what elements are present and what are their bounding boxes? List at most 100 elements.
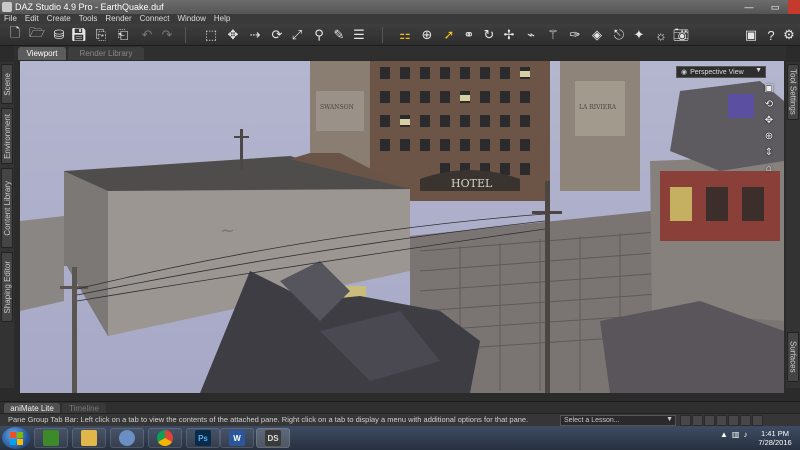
start-button[interactable] [2,427,30,449]
tab-viewport[interactable]: Viewport [18,47,66,60]
taskbar-app-chrome[interactable] [148,428,182,448]
tab-render-library[interactable]: Render Library [68,47,144,60]
minimize-button[interactable]: — [736,0,762,14]
menu-help[interactable]: Help [210,14,234,24]
tool-settings-icon[interactable]: ⚏ [396,26,414,44]
translate-view-icon[interactable]: ✢ [500,26,518,44]
settings-icon[interactable]: ⚙ [780,26,798,44]
tab-shaping-editor[interactable]: Shaping Editor [1,252,13,322]
save-icon[interactable]: 💾︎ [70,26,88,44]
daz-store-icon[interactable]: ▣ [742,26,760,44]
figure-setup-icon[interactable]: ⚚ [544,26,562,44]
lesson-prev-button[interactable] [692,415,703,426]
clock[interactable]: 1:41 PM 7/28/2016 [754,429,796,447]
active-pose-icon[interactable]: ⚭ [460,26,478,44]
maximize-button[interactable]: ▭ [762,0,788,14]
close-button[interactable]: ✕ [788,0,800,14]
tab-scene[interactable]: Scene [1,64,13,104]
render-icon[interactable]: 📷︎ [672,26,690,44]
zoom-icon[interactable]: ⊕ [762,129,776,143]
view-selector[interactable]: ◉ Perspective View ▼ [676,66,766,78]
light-icon[interactable]: ✦ [630,26,648,44]
taskbar-app-daz-studio[interactable]: DS [256,428,290,448]
lesson-first-button[interactable] [680,415,691,426]
pointer-icon[interactable]: ➚ [440,26,458,44]
export-icon[interactable]: ⎗ [114,26,132,44]
menu-tools[interactable]: Tools [75,14,102,24]
word-icon: W [229,430,245,446]
lesson-last-button[interactable] [728,415,739,426]
title-bar: DAZ Studio 4.9 Pro - EarthQuake.duf — ▭ … [0,0,800,14]
tab-scene-label: Scene [2,72,12,96]
universal-tool-icon[interactable]: ✥ [224,26,242,44]
debris-block [728,94,754,118]
align-icon[interactable]: ☰ [350,26,368,44]
undo-icon[interactable]: ↶ [138,26,156,44]
pan-icon[interactable]: ✥ [762,113,776,127]
tab-tool-settings[interactable]: Tool Settings [787,64,799,120]
menu-bar: File Edit Create Tools Render Connect Wi… [0,14,800,24]
dolly-icon[interactable]: ⇕ [762,145,776,159]
taskbar-app-word[interactable]: W [220,428,254,448]
view-cube-icon[interactable]: ▣ [762,81,776,95]
network-icon[interactable]: ▥ [732,430,740,439]
taskbar-app-media-player[interactable] [110,428,144,448]
node-weight-icon[interactable]: ✎ [330,26,348,44]
camera-icon[interactable]: ⎋ [610,26,628,44]
lesson-play-button[interactable] [704,415,715,426]
tab-surfaces[interactable]: Surfaces [787,332,799,382]
lesson-next-button[interactable] [716,415,727,426]
main-toolbar: 🗋 🗁 ⛁ 💾︎ ⎘ ⎗ ↶ ↷ ⬚ ✥ ⇢ ⟳ ⤢ ⚲ ✎ ☰ ⚏ ⊕ ➚ ⚭… [0,24,800,46]
translate-tool-icon[interactable]: ⇢ [246,26,264,44]
lesson-select[interactable]: Select a Lesson... ▼ [560,415,676,426]
joint-editor-icon[interactable]: ⚲ [310,26,328,44]
import-icon[interactable]: ⎘ [92,26,110,44]
menu-window[interactable]: Window [173,14,209,24]
tab-environment[interactable]: Environment [1,108,13,164]
tab-content-library[interactable]: Content Library [1,168,13,248]
status-text: Pane Group Tab Bar: Left click on a tab … [8,415,529,424]
taskbar-app-photoshop[interactable]: Ps [186,428,220,448]
spot-light-icon[interactable]: ☼ [652,26,670,44]
tab-shaping-editor-label: Shaping Editor [2,260,12,314]
node-selection-icon[interactable]: ⬚ [202,26,220,44]
menu-connect[interactable]: Connect [136,14,174,24]
viewport[interactable]: HOTEL SWANSON LA RIVIERA ~ ◉ Perspective… [20,61,784,393]
scale-tool-icon[interactable]: ⤢ [288,26,306,44]
lesson-stop-button[interactable] [740,415,751,426]
menu-file[interactable]: File [0,14,21,24]
viewport-nav-controls: ▣ ⟲ ✥ ⊕ ⇕ ⌂ [762,81,780,177]
lesson-close-button[interactable] [752,415,763,426]
menu-edit[interactable]: Edit [21,14,43,24]
lesson-select-label: Select a Lesson... [564,417,620,424]
frame-icon[interactable]: ⌂ [762,161,776,175]
chevron-down-icon: ▼ [666,416,673,423]
menu-create[interactable]: Create [43,14,75,24]
viewport-tab-bar: Viewport Render Library [14,46,786,60]
pose-icon[interactable]: ⊕ [418,26,436,44]
tab-tool-settings-label: Tool Settings [788,69,798,115]
rotate-view-icon[interactable]: ↻ [480,26,498,44]
yellow-window [670,187,692,221]
open-folder-icon[interactable]: 🗁 [28,25,46,44]
camera-view-icon: ◉ [681,69,688,76]
daz-app-icon [2,2,12,12]
volume-icon[interactable]: ♪ [743,430,747,439]
menu-render[interactable]: Render [101,14,135,24]
tray-arrow-icon[interactable]: ▲ [720,430,728,439]
new-file-icon[interactable]: 🗋 [6,25,24,44]
taskbar-app-green-screen[interactable] [34,428,68,448]
taskbar-app-file-explorer[interactable] [72,428,106,448]
swanson-wall-sign [316,91,364,131]
surface-selection-icon[interactable]: ✑ [566,26,584,44]
utility-pole [240,129,243,169]
geometry-editor-icon[interactable]: ⌁ [522,26,540,44]
rotate-tool-icon[interactable]: ⟳ [268,26,286,44]
orbit-icon[interactable]: ⟲ [762,97,776,111]
help-icon[interactable]: ? [762,26,780,44]
redo-icon[interactable]: ↷ [158,26,176,44]
spot-render-icon[interactable]: ◈ [588,26,606,44]
chrome-icon [157,430,173,446]
merge-folder-icon[interactable]: ⛁ [50,26,68,44]
windows-taskbar: Ps W DS ▲ ▥ ♪ 1:41 PM 7/28/2016 [0,426,800,450]
